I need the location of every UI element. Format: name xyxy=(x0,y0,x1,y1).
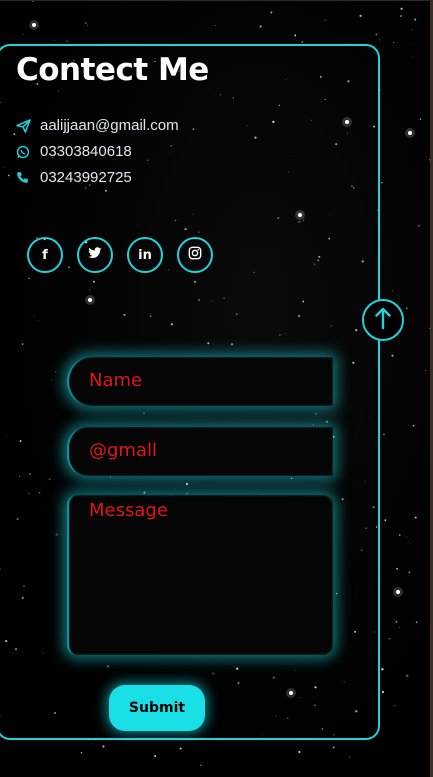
star xyxy=(405,536,407,538)
star xyxy=(80,751,83,754)
star xyxy=(200,764,202,766)
star xyxy=(409,543,411,545)
star xyxy=(398,626,400,628)
star xyxy=(398,534,401,536)
linkedin-link[interactable]: in xyxy=(127,237,163,273)
star xyxy=(425,369,427,371)
star xyxy=(430,170,433,172)
star xyxy=(324,19,326,21)
twitter-link[interactable] xyxy=(77,237,113,273)
star xyxy=(54,40,55,41)
star xyxy=(359,14,362,18)
scroll-to-top-button[interactable] xyxy=(362,299,404,341)
contact-whatsapp-text: 03303840618 xyxy=(40,143,132,160)
message-textarea[interactable]: Message xyxy=(67,495,333,655)
twitter-icon xyxy=(88,247,102,263)
page-title: Contect Me xyxy=(16,52,209,88)
star xyxy=(270,11,273,14)
star xyxy=(294,34,297,37)
star xyxy=(259,25,262,28)
bright-star xyxy=(408,131,412,135)
star xyxy=(417,224,420,227)
star xyxy=(396,567,398,570)
star xyxy=(375,33,378,36)
arrow-up-icon xyxy=(374,306,392,334)
star xyxy=(413,43,414,45)
phone-icon xyxy=(16,170,34,186)
star xyxy=(411,29,413,31)
star xyxy=(154,755,157,758)
star xyxy=(85,22,87,24)
star xyxy=(381,668,384,671)
name-input[interactable]: Name xyxy=(67,357,333,406)
star xyxy=(179,747,182,750)
star xyxy=(414,516,417,519)
bright-star xyxy=(396,590,400,594)
star xyxy=(66,40,68,43)
star xyxy=(383,433,384,435)
bright-star xyxy=(32,23,36,27)
star xyxy=(399,14,403,18)
star xyxy=(91,742,92,744)
star xyxy=(391,354,394,357)
star xyxy=(332,746,335,749)
facebook-link[interactable]: f xyxy=(27,237,63,273)
social-links: f in xyxy=(27,237,227,273)
star xyxy=(394,705,396,707)
star xyxy=(412,424,415,427)
star xyxy=(349,756,351,758)
star xyxy=(381,182,383,184)
email-input[interactable]: @gmall xyxy=(67,427,333,476)
facebook-icon: f xyxy=(42,247,48,263)
contact-email[interactable]: aalijjaan@gmail.com xyxy=(16,117,179,134)
page: Contect Me aalijjaan@gmail.com 033038406… xyxy=(0,0,433,777)
star xyxy=(406,674,409,677)
star xyxy=(32,0,34,3)
star xyxy=(408,571,411,574)
submit-button[interactable]: Submit xyxy=(109,685,205,731)
star xyxy=(391,290,394,292)
star xyxy=(388,638,390,640)
star xyxy=(429,327,432,330)
contact-email-text: aalijjaan@gmail.com xyxy=(40,117,179,134)
star xyxy=(400,7,403,10)
star xyxy=(23,34,25,35)
star xyxy=(384,519,387,522)
instagram-icon xyxy=(188,246,202,264)
star xyxy=(405,307,408,310)
star xyxy=(419,118,422,120)
star xyxy=(392,41,395,44)
star xyxy=(298,750,301,754)
star xyxy=(301,40,304,43)
send-icon xyxy=(16,118,34,134)
star xyxy=(412,55,414,57)
whatsapp-icon xyxy=(16,144,34,160)
contact-phone[interactable]: 03243992725 xyxy=(16,169,132,186)
star xyxy=(381,690,385,694)
contact-phone-text: 03243992725 xyxy=(40,169,132,186)
star xyxy=(102,745,105,748)
star xyxy=(415,621,418,624)
contact-whatsapp[interactable]: 03303840618 xyxy=(16,143,132,160)
star xyxy=(395,620,398,623)
star xyxy=(429,158,431,161)
linkedin-icon: in xyxy=(138,247,152,263)
star xyxy=(215,25,217,26)
instagram-link[interactable] xyxy=(177,237,213,273)
star xyxy=(86,24,88,26)
star xyxy=(414,18,417,21)
star xyxy=(379,39,381,41)
